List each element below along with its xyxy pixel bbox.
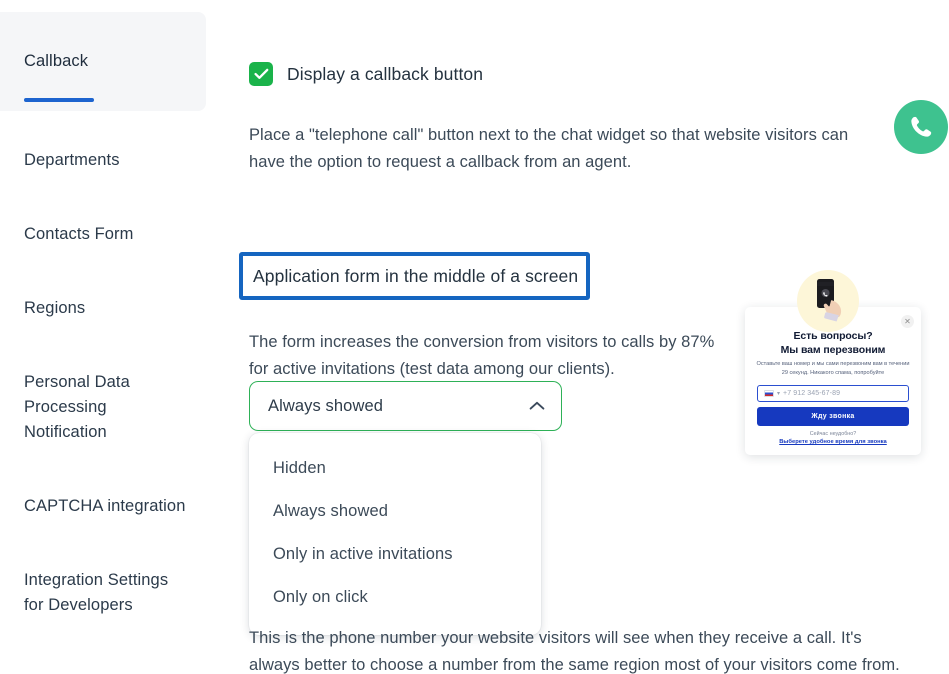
active-indicator-bar bbox=[24, 98, 94, 102]
widget-preview-close-icon[interactable]: ✕ bbox=[901, 315, 914, 328]
callback-floating-button[interactable] bbox=[894, 100, 948, 154]
chevron-down-icon: ▾ bbox=[777, 391, 781, 397]
phone-number-description-text: This is the phone number your website vi… bbox=[249, 628, 900, 674]
widget-preview-phone-input[interactable]: ▾ +7 912 345-67-89 bbox=[757, 385, 909, 402]
display-callback-button-checkbox[interactable] bbox=[249, 62, 273, 86]
form-conversion-description-text: The form increases the conversion from v… bbox=[249, 332, 715, 378]
page-root: Callback Departments Contacts Form Regio… bbox=[0, 0, 949, 674]
sidebar-item-departments[interactable]: Departments bbox=[0, 111, 206, 185]
form-display-mode-options-list[interactable]: Hidden Always showed Only in active invi… bbox=[249, 433, 541, 635]
sidebar-item-contacts-form[interactable]: Contacts Form bbox=[0, 185, 206, 259]
option-always-showed[interactable]: Always showed bbox=[249, 490, 541, 533]
sidebar-item-label: Regions bbox=[24, 299, 86, 317]
sidebar-item-label: Integration Settings for Developers bbox=[24, 571, 169, 614]
widget-preview-footer-link[interactable]: Выберете удобное время для звонка bbox=[745, 439, 921, 445]
phone-in-hand-icon bbox=[817, 279, 842, 322]
sidebar-item-label: Departments bbox=[24, 151, 120, 169]
option-only-in-active-invitations[interactable]: Only in active invitations bbox=[249, 533, 541, 576]
widget-preview-subtext: Оставьте ваш номер и мы сами перезвоним … bbox=[756, 361, 910, 376]
widget-preview-submit-button[interactable]: Жду звонка bbox=[757, 407, 909, 426]
widget-preview-title-line1: Есть вопросы? bbox=[793, 330, 873, 342]
sidebar-item-personal-data-processing-notification[interactable]: Personal Data Processing Notification bbox=[0, 333, 206, 457]
sidebar-item-label: Callback bbox=[24, 52, 89, 70]
phone-icon bbox=[911, 116, 932, 137]
sidebar-item-label: Contacts Form bbox=[24, 225, 134, 243]
form-display-mode-select[interactable]: Always showed bbox=[249, 381, 562, 431]
widget-preview-title-line2: Мы вам перезвоним bbox=[780, 344, 886, 356]
form-display-mode-selected-value: Always showed bbox=[268, 396, 384, 415]
sidebar-item-label: CAPTCHA integration bbox=[24, 497, 186, 515]
hand-holding-phone-illustration bbox=[797, 270, 859, 332]
sidebar-item-label: Personal Data Processing Notification bbox=[24, 373, 130, 441]
sidebar-item-captcha-integration[interactable]: CAPTCHA integration bbox=[0, 457, 206, 531]
sidebar-item-callback[interactable]: Callback bbox=[0, 12, 206, 111]
sidebar-item-integration-settings-for-developers[interactable]: Integration Settings for Developers bbox=[0, 531, 206, 630]
widget-preview-title: Есть вопросы? Мы вам перезвоним bbox=[745, 329, 921, 357]
check-icon bbox=[253, 68, 268, 79]
display-callback-button-row[interactable]: Display a callback button bbox=[249, 62, 483, 86]
widget-preview-phone-value: +7 912 345-67-89 bbox=[783, 390, 841, 397]
widget-preview-footer-text: Сейчас неудобно? bbox=[809, 431, 857, 437]
application-form-heading-highlight: Application form in the middle of a scre… bbox=[239, 252, 590, 300]
settings-sidebar: Callback Departments Contacts Form Regio… bbox=[0, 0, 206, 674]
option-only-on-click[interactable]: Only on click bbox=[249, 576, 541, 619]
sidebar-item-regions[interactable]: Regions bbox=[0, 259, 206, 333]
display-callback-button-label: Display a callback button bbox=[287, 63, 484, 84]
callback-widget-preview: ✕ Есть вопросы? Мы вам перезвоним Оставь… bbox=[745, 270, 921, 455]
application-form-heading-label: Application form in the middle of a scre… bbox=[253, 265, 579, 286]
russia-flag-icon bbox=[764, 390, 774, 397]
callback-description-text: Place a "telephone call" button next to … bbox=[249, 125, 849, 171]
chevron-up-icon bbox=[529, 401, 545, 410]
option-hidden[interactable]: Hidden bbox=[249, 447, 541, 490]
